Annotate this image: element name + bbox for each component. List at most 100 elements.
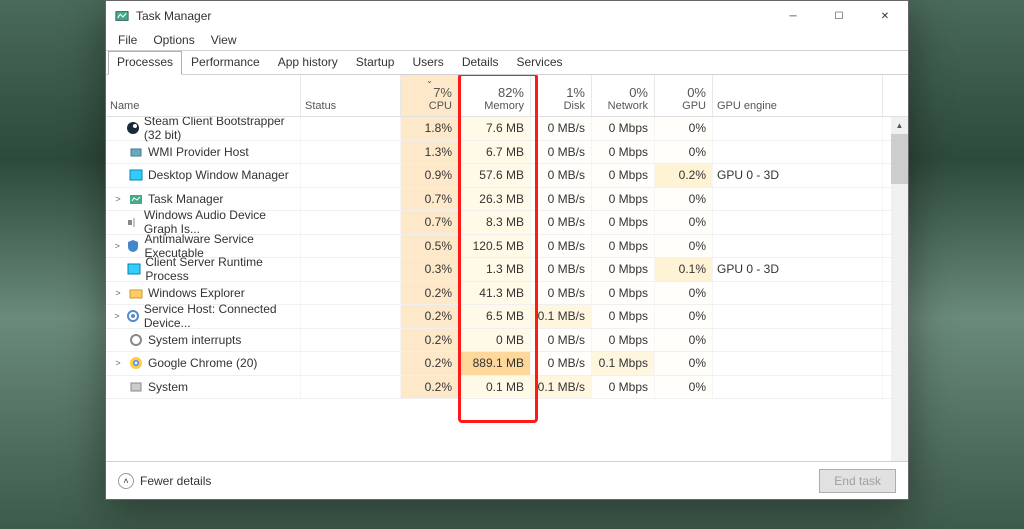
expand-icon[interactable]: > [112, 288, 124, 298]
cell-gpu: 0% [655, 141, 713, 164]
cell-engine [713, 329, 883, 352]
task-manager-window: Task Manager ─ ☐ ✕ File Options View Pro… [105, 0, 909, 500]
cell-gpu: 0% [655, 117, 713, 140]
menu-file[interactable]: File [110, 31, 145, 50]
cell-status [301, 282, 401, 305]
taskmgr-icon [114, 8, 130, 24]
table-row[interactable]: Desktop Window Manager0.9%57.6 MB0 MB/s0… [106, 164, 908, 188]
close-button[interactable]: ✕ [862, 1, 908, 31]
tab-details[interactable]: Details [453, 51, 508, 74]
scroll-down-arrow-icon[interactable]: ▼ [891, 455, 908, 461]
cell-name: >Windows Explorer [106, 282, 301, 305]
footer: ˄ Fewer details End task [106, 461, 908, 499]
scroll-thumb[interactable] [891, 134, 908, 184]
col-status[interactable]: Status [301, 75, 401, 116]
taskmgr-icon [128, 191, 144, 207]
cell-network: 0 Mbps [592, 258, 655, 281]
wmi-icon [128, 144, 144, 160]
cell-disk: 0 MB/s [531, 188, 592, 211]
expand-icon[interactable]: > [112, 194, 124, 204]
col-gpu[interactable]: 0% GPU [655, 75, 713, 116]
chevron-up-icon: ˄ [118, 473, 134, 489]
cell-disk: 0.1 MB/s [531, 376, 592, 399]
tab-processes[interactable]: Processes [108, 51, 182, 75]
cell-name: > Service Host: Connected Device... [106, 305, 301, 328]
dwm-icon [128, 167, 144, 183]
process-name: Steam Client Bootstrapper (32 bit) [144, 117, 294, 142]
cell-name: Steam Client Bootstrapper (32 bit) [106, 117, 301, 140]
expand-icon[interactable]: > [112, 358, 124, 368]
process-name: System interrupts [148, 333, 241, 347]
cell-memory: 1.3 MB [459, 258, 531, 281]
cell-network: 0 Mbps [592, 188, 655, 211]
cell-memory: 0.1 MB [459, 376, 531, 399]
cell-memory: 889.1 MB [459, 352, 531, 375]
table-row[interactable]: >Google Chrome (20)0.2%889.1 MB0 MB/s0.1… [106, 352, 908, 376]
cell-status [301, 188, 401, 211]
vertical-scrollbar[interactable]: ▲ ▼ [891, 117, 908, 461]
shield-icon [126, 238, 140, 254]
cell-network: 0.1 Mbps [592, 352, 655, 375]
cell-memory: 7.6 MB [459, 117, 531, 140]
scroll-up-arrow-icon[interactable]: ▲ [891, 117, 908, 134]
explorer-icon [128, 285, 144, 301]
cell-memory: 6.5 MB [459, 305, 531, 328]
table-row[interactable]: > Service Host: Connected Device... 0.2%6.… [106, 305, 908, 329]
menu-view[interactable]: View [203, 31, 245, 50]
cell-disk: 0 MB/s [531, 235, 592, 258]
cell-cpu: 0.2% [401, 282, 459, 305]
cell-gpu: 0% [655, 305, 713, 328]
maximize-button[interactable]: ☐ [816, 1, 862, 31]
cell-disk: 0 MB/s [531, 258, 592, 281]
menu-options[interactable]: Options [145, 31, 202, 50]
tab-startup[interactable]: Startup [347, 51, 404, 74]
col-network[interactable]: 0% Network [592, 75, 655, 116]
cell-gpu: 0% [655, 235, 713, 258]
table-row[interactable]: Client Server Runtime Process0.3%1.3 MB0… [106, 258, 908, 282]
cell-engine [713, 211, 883, 234]
cell-cpu: 0.5% [401, 235, 459, 258]
cell-cpu: 0.2% [401, 305, 459, 328]
cell-status [301, 376, 401, 399]
table-row[interactable]: System interrupts0.2%0 MB0 MB/s0 Mbps0% [106, 329, 908, 353]
table-header: Name Status ⌄ 7% CPU 82% Memory 1% Disk … [106, 75, 908, 117]
cell-engine [713, 117, 883, 140]
cell-disk: 0 MB/s [531, 211, 592, 234]
fewer-details-button[interactable]: ˄ Fewer details [118, 473, 211, 489]
process-name: Service Host: Connected Device... [144, 302, 294, 330]
cell-gpu: 0% [655, 329, 713, 352]
cell-engine: GPU 0 - 3D [713, 258, 883, 281]
cell-status [301, 211, 401, 234]
cell-gpu: 0.1% [655, 258, 713, 281]
col-disk[interactable]: 1% Disk [531, 75, 592, 116]
end-task-button[interactable]: End task [819, 469, 896, 493]
expand-icon[interactable]: > [112, 241, 122, 251]
titlebar[interactable]: Task Manager ─ ☐ ✕ [106, 1, 908, 31]
tab-app-history[interactable]: App history [269, 51, 347, 74]
cell-cpu: 0.9% [401, 164, 459, 187]
table-row[interactable]: Steam Client Bootstrapper (32 bit)1.8%7.… [106, 117, 908, 141]
process-name: Client Server Runtime Process [145, 255, 294, 283]
table-row[interactable]: System0.2%0.1 MB0.1 MB/s0 Mbps0% [106, 376, 908, 400]
col-gpu-engine[interactable]: GPU engine [713, 75, 883, 116]
cell-cpu: 0.7% [401, 211, 459, 234]
cell-network: 0 Mbps [592, 211, 655, 234]
expand-icon[interactable]: > [112, 311, 122, 321]
table-row[interactable]: WMI Provider Host1.3%6.7 MB0 MB/s0 Mbps0… [106, 141, 908, 165]
cell-engine [713, 282, 883, 305]
cell-status [301, 258, 401, 281]
table-body[interactable]: Steam Client Bootstrapper (32 bit)1.8%7.… [106, 117, 908, 461]
tab-users[interactable]: Users [403, 51, 452, 74]
window-controls: ─ ☐ ✕ [770, 1, 908, 31]
minimize-button[interactable]: ─ [770, 1, 816, 31]
tab-services[interactable]: Services [508, 51, 572, 74]
col-cpu[interactable]: ⌄ 7% CPU [401, 75, 459, 116]
col-memory[interactable]: 82% Memory [459, 75, 531, 116]
tab-performance[interactable]: Performance [182, 51, 269, 74]
cell-memory: 26.3 MB [459, 188, 531, 211]
cell-disk: 0 MB/s [531, 141, 592, 164]
cell-cpu: 0.3% [401, 258, 459, 281]
col-name[interactable]: Name [106, 75, 301, 116]
process-name: Desktop Window Manager [148, 168, 289, 182]
sort-caret-icon: ⌄ [426, 76, 433, 85]
